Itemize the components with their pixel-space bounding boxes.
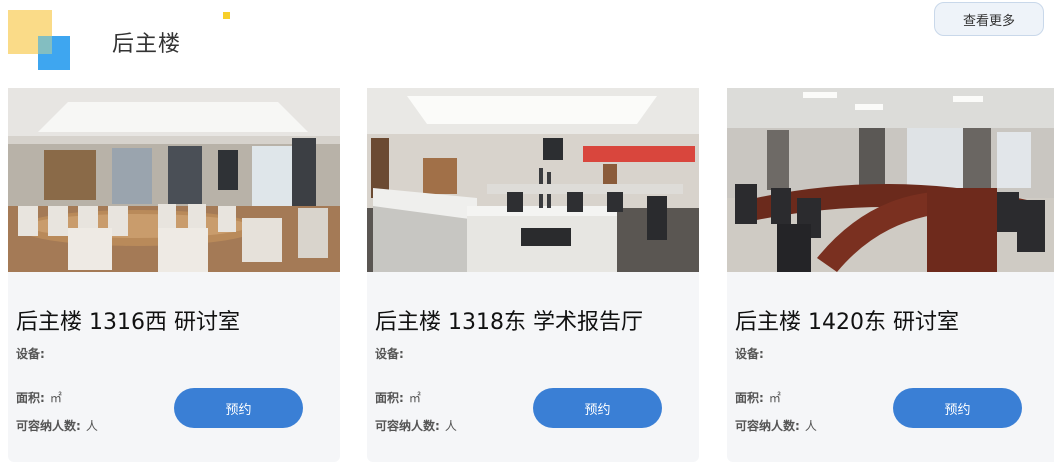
area-row: 面积: ㎡ [16,387,62,406]
capacity-unit: 人 [804,419,817,433]
conference-room-image [8,88,340,272]
book-button[interactable]: 预约 [893,388,1022,428]
room-photo [367,88,699,272]
area-label: 面积: [16,391,45,405]
logo-overlap-square [38,36,52,54]
brand-logo [8,10,74,72]
seminar-room-image [727,88,1054,272]
room-name: 后主楼 1318东 学术报告厅 [375,310,643,335]
view-more-button[interactable]: 查看更多 [934,2,1044,36]
area-unit: ㎡ [49,391,62,405]
area-row: 面积: ㎡ [375,387,421,406]
book-button[interactable]: 预约 [174,388,303,428]
page-title: 后主楼 [112,32,182,57]
capacity-label: 可容纳人数: [735,419,800,433]
capacity-row: 可容纳人数: 人 [375,415,457,434]
decorative-dot [223,12,230,19]
equipment-label: 设备: [16,347,45,361]
lecture-hall-image [367,88,699,272]
area-unit: ㎡ [768,391,781,405]
room-name: 后主楼 1316西 研讨室 [16,310,240,335]
capacity-row: 可容纳人数: 人 [16,415,98,434]
equipment-label: 设备: [735,347,764,361]
capacity-label: 可容纳人数: [16,419,81,433]
room-card: 后主楼 1420东 研讨室 设备: 面积: ㎡ 可容纳人数: 人 预约 [727,88,1054,462]
room-photo [727,88,1054,272]
room-photo [8,88,340,272]
capacity-row: 可容纳人数: 人 [735,415,817,434]
room-card: 后主楼 1316西 研讨室 设备: 面积: ㎡ 可容纳人数: 人 预约 [8,88,340,462]
area-unit: ㎡ [408,391,421,405]
equipment-label: 设备: [375,347,404,361]
room-card: 后主楼 1318东 学术报告厅 设备: 面积: ㎡ 可容纳人数: 人 预约 [367,88,699,462]
room-name: 后主楼 1420东 研讨室 [735,310,959,335]
capacity-unit: 人 [444,419,457,433]
capacity-label: 可容纳人数: [375,419,440,433]
area-row: 面积: ㎡ [735,387,781,406]
page-header: 后主楼 查看更多 [0,0,1054,78]
capacity-unit: 人 [85,419,98,433]
area-label: 面积: [735,391,764,405]
area-label: 面积: [375,391,404,405]
book-button[interactable]: 预约 [533,388,662,428]
